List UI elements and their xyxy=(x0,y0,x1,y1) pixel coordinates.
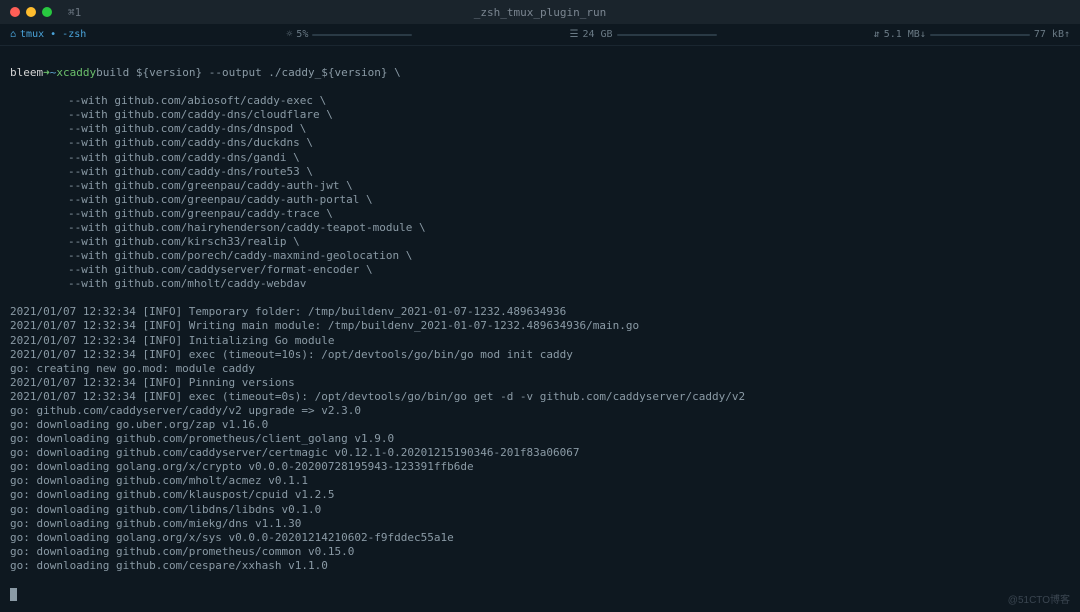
output-line: go: github.com/caddyserver/caddy/v2 upgr… xyxy=(10,404,1070,418)
output-line: go: downloading github.com/mholt/acmez v… xyxy=(10,474,1070,488)
with-flag-line: --with github.com/caddy-dns/route53 \ xyxy=(10,165,1070,179)
with-flag-line: --with github.com/caddy-dns/dnspod \ xyxy=(10,122,1070,136)
command-args: build ${version} --output ./caddy_${vers… xyxy=(96,66,401,80)
with-flag-line: --with github.com/abiosoft/caddy-exec \ xyxy=(10,94,1070,108)
minimize-icon[interactable] xyxy=(26,7,36,17)
close-icon[interactable] xyxy=(10,7,20,17)
with-flag-line: --with github.com/greenpau/caddy-auth-po… xyxy=(10,193,1070,207)
mem-value: 24 GB xyxy=(582,29,612,40)
with-flag-line: --with github.com/greenpau/caddy-trace \ xyxy=(10,207,1070,221)
prompt-arrow-icon: ➜ xyxy=(43,66,50,80)
prompt-path: ~ xyxy=(50,66,57,80)
with-flag-line: --with github.com/caddy-dns/gandi \ xyxy=(10,151,1070,165)
output-line: go: downloading github.com/caddyserver/c… xyxy=(10,446,1070,460)
cpu-bar xyxy=(312,34,412,36)
prompt-line: bleem ➜ ~ xcaddy build ${version} --outp… xyxy=(10,66,1070,80)
output-line: 2021/01/07 12:32:34 [INFO] Writing main … xyxy=(10,319,1070,333)
command-name: xcaddy xyxy=(56,66,96,80)
mem-stat: ☰ 24 GB xyxy=(569,29,716,40)
output-line: 2021/01/07 12:32:34 [INFO] Pinning versi… xyxy=(10,376,1070,390)
terminal-icon: ⌂ xyxy=(10,29,16,40)
prompt-user: bleem xyxy=(10,66,43,80)
titlebar: ⌘1 _zsh_tmux_plugin_run xyxy=(0,0,1080,24)
window-title: _zsh_tmux_plugin_run xyxy=(474,6,606,19)
statusbar: ☼ 5% ☰ 24 GB ⇵ 5.1 MB↓ 77 kB↑ xyxy=(286,29,1070,40)
tabbar: ⌂ tmux • -zsh ☼ 5% ☰ 24 GB ⇵ 5.1 MB↓ 77 … xyxy=(0,24,1080,46)
net-up-value: 77 kB↑ xyxy=(1034,29,1070,40)
traffic-lights xyxy=(10,7,52,17)
with-flag-line: --with github.com/greenpau/caddy-auth-jw… xyxy=(10,179,1070,193)
output-line: go: downloading github.com/libdns/libdns… xyxy=(10,503,1070,517)
with-flag-line: --with github.com/kirsch33/realip \ xyxy=(10,235,1070,249)
output-line: go: creating new go.mod: module caddy xyxy=(10,362,1070,376)
output-line: go: downloading github.com/miekg/dns v1.… xyxy=(10,517,1070,531)
output-line: go: downloading golang.org/x/crypto v0.0… xyxy=(10,460,1070,474)
tmux-session-tab[interactable]: ⌂ tmux • -zsh xyxy=(10,29,86,40)
mem-bar xyxy=(617,34,717,36)
output-line: 2021/01/07 12:32:34 [INFO] Temporary fol… xyxy=(10,305,1070,319)
output-line: go: downloading github.com/klauspost/cpu… xyxy=(10,488,1070,502)
maximize-icon[interactable] xyxy=(42,7,52,17)
output-line: go: downloading go.uber.org/zap v1.16.0 xyxy=(10,418,1070,432)
with-flag-line: --with github.com/mholt/caddy-webdav xyxy=(10,277,1070,291)
cpu-stat: ☼ 5% xyxy=(286,29,412,40)
watermark: @51CTO博客 xyxy=(1008,591,1070,606)
cpu-icon: ☼ xyxy=(286,29,292,40)
net-down-value: 5.1 MB↓ xyxy=(884,29,926,40)
output-line: go: downloading golang.org/x/sys v0.0.0-… xyxy=(10,531,1070,545)
net-icon: ⇵ xyxy=(874,29,880,40)
session-label: tmux • -zsh xyxy=(20,29,86,40)
with-flag-line: --with github.com/porech/caddy-maxmind-g… xyxy=(10,249,1070,263)
mem-icon: ☰ xyxy=(569,29,578,40)
output-line: 2021/01/07 12:32:34 [INFO] Initializing … xyxy=(10,334,1070,348)
net-stat: ⇵ 5.1 MB↓ 77 kB↑ xyxy=(874,29,1070,40)
output-line: 2021/01/07 12:32:34 [INFO] exec (timeout… xyxy=(10,348,1070,362)
output-line: 2021/01/07 12:32:34 [INFO] exec (timeout… xyxy=(10,390,1070,404)
cpu-value: 5% xyxy=(296,29,308,40)
output-line: go: downloading github.com/prometheus/cl… xyxy=(10,432,1070,446)
titlebar-left: ⌘1 xyxy=(68,6,81,19)
with-flag-line: --with github.com/caddy-dns/duckdns \ xyxy=(10,136,1070,150)
output-line: go: downloading github.com/prometheus/co… xyxy=(10,545,1070,559)
with-flag-line: --with github.com/caddy-dns/cloudflare \ xyxy=(10,108,1070,122)
terminal-output[interactable]: bleem ➜ ~ xcaddy build ${version} --outp… xyxy=(0,46,1080,607)
output-line: go: downloading github.com/cespare/xxhas… xyxy=(10,559,1070,573)
with-flag-line: --with github.com/caddyserver/format-enc… xyxy=(10,263,1070,277)
cursor xyxy=(10,588,17,601)
net-bar xyxy=(930,34,1030,36)
with-flag-line: --with github.com/hairyhenderson/caddy-t… xyxy=(10,221,1070,235)
